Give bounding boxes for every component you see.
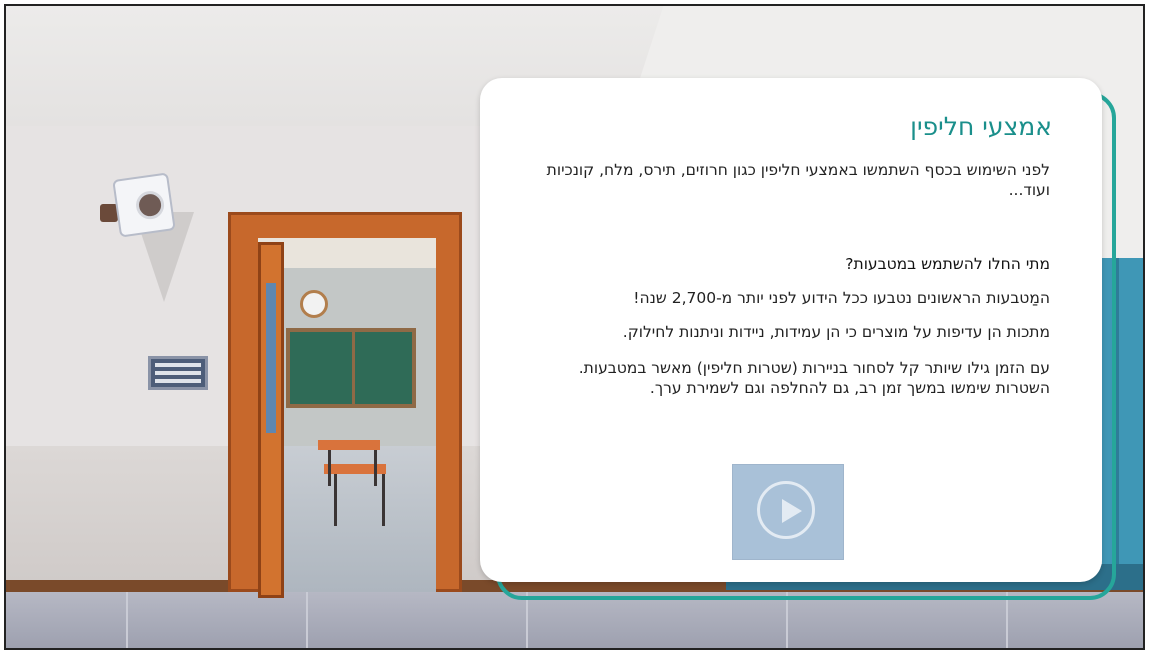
camera-lens xyxy=(134,189,166,221)
card-title: אמצעי חליפין xyxy=(910,112,1052,141)
paragraph-paper-money-line: עם הזמן גילו שיותר קל לסחור בניירות (שטר… xyxy=(578,359,1050,377)
security-camera-icon xyxy=(112,172,176,238)
paragraph-banknotes-line: השטרות שימשו במשך זמן רב, גם להחלפה וגם … xyxy=(649,379,1050,397)
floor-line xyxy=(306,592,308,648)
door-window xyxy=(266,283,276,433)
desk-leg xyxy=(374,450,377,486)
air-vent xyxy=(148,356,208,390)
blackboard xyxy=(286,328,416,408)
wall-clock-icon xyxy=(300,290,328,318)
floor-line xyxy=(1006,592,1008,648)
open-door xyxy=(258,242,284,598)
question-heading: מתי החלו להשתמש במטבעות? xyxy=(845,255,1050,273)
intro-text: לפני השימוש בכסף השתמשו באמצעי חליפין כג… xyxy=(546,161,1050,199)
floor-line xyxy=(526,592,528,648)
paragraph-paper-money: עם הזמן גילו שיותר קל לסחור בניירות (שטר… xyxy=(530,358,1050,398)
info-card: אמצעי חליפין לפני השימוש בכסף השתמשו באמ… xyxy=(480,78,1102,582)
desk xyxy=(318,440,380,450)
play-icon[interactable] xyxy=(757,481,815,539)
play-triangle-icon xyxy=(782,499,802,523)
board-divider xyxy=(352,332,355,404)
paragraph-coins-history: המַטבעות הראשונים נטבעו ככל הידוע לפני י… xyxy=(633,289,1050,307)
locker-divider xyxy=(1116,258,1119,588)
video-play-button[interactable] xyxy=(732,464,844,560)
desk-leg xyxy=(382,474,385,526)
desk-leg xyxy=(328,450,331,486)
hallway-floor xyxy=(6,592,1143,648)
desk-leg xyxy=(334,474,337,526)
floor-line xyxy=(786,592,788,648)
floor-line xyxy=(126,592,128,648)
paragraph-metals: מתכות הן עדיפות על מוצרים כי הן עמידות, … xyxy=(622,323,1050,341)
